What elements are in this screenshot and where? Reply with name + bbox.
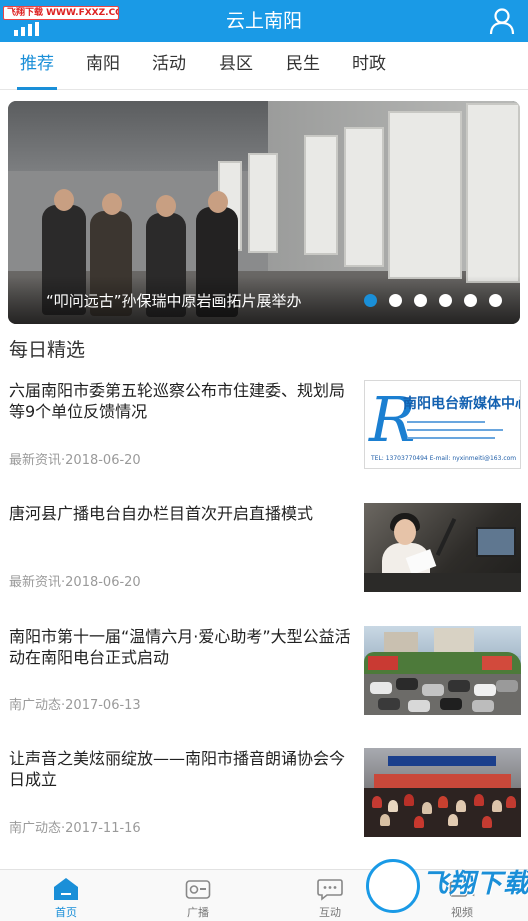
app-title: 云上南阳 [225,10,302,32]
watermark-logo-icon [366,859,420,913]
article-title: 南阳市第十一届“温情六月·爱心助考”大型公益活动在南阳电台正式启动 [9,627,351,667]
nav-radio[interactable]: 广播 [132,870,264,921]
nav-label: 广播 [187,906,209,919]
tab-politics[interactable]: 时政 [351,42,387,90]
carousel-dot-1[interactable] [364,294,377,307]
watermark-text: 飞翔下载 [422,869,528,899]
carousel-dot-5[interactable] [464,294,477,307]
article-meta: 南广动态·2017-11-16 [9,821,141,836]
article-meta: 南广动态·2017-06-13 [9,698,141,713]
article-item-1[interactable]: 六届南阳市委第五轮巡察公布市住建委、规划局等9个单位反馈情况 最新资讯·2018… [0,380,528,502]
article-meta: 最新资讯·2018-06-20 [9,575,141,590]
tab-livelihood[interactable]: 民生 [285,42,321,90]
article-thumbnail [364,748,521,837]
radio-icon [185,880,211,899]
nav-home[interactable]: 首页 [0,870,132,921]
article-date: 2017-06-13 [65,698,141,713]
article-meta: 最新资讯·2018-06-20 [9,453,141,468]
tab-nanyang[interactable]: 南阳 [85,42,121,90]
corner-watermark: 飞翔下载 [362,857,528,921]
article-date: 2017-11-16 [65,821,141,836]
banner-caption: “叩问远古”孙保瑞中原岩画拓片展举办 [46,292,302,310]
article-item-4[interactable]: 让声音之美炫丽绽放——南阳市播音朗诵协会今日成立 南广动态·2017-11-16 [0,748,528,870]
carousel-dot-4[interactable] [439,294,452,307]
article-source: 南广动态 [9,698,62,713]
app-header: 飞翔下载 WWW.FXXZ.COM 云上南阳 [0,0,528,42]
article-title: 让声音之美炫丽绽放——南阳市播音朗诵协会今日成立 [9,749,346,789]
chat-icon [317,879,343,901]
article-source: 最新资讯 [9,575,62,590]
section-title: 每日精选 [9,339,86,361]
article-title: 唐河县广播电台自办栏目首次开启直播模式 [9,504,314,523]
tab-recommend[interactable]: 推荐 [17,42,57,90]
home-icon [54,878,78,900]
article-date: 2018-06-20 [65,453,141,468]
category-tabs: 推荐 南阳 活动 县区 民生 时政 [0,42,528,90]
carousel-dot-2[interactable] [389,294,402,307]
article-source: 南广动态 [9,821,62,836]
tab-counties[interactable]: 县区 [218,42,254,90]
carousel-dot-3[interactable] [414,294,427,307]
nav-label: 首页 [55,906,77,919]
article-item-3[interactable]: 南阳市第十一届“温情六月·爱心助考”大型公益活动在南阳电台正式启动 南广动态·2… [0,626,528,748]
thumbnail-logo-text: 南阳电台新媒体中心 [403,396,521,412]
article-thumbnail [364,626,521,715]
article-item-2[interactable]: 唐河县广播电台自办栏目首次开启直播模式 最新资讯·2018-06-20 [0,503,528,625]
thumbnail-contact-text: TEL: 13703770494 E-mail: nyxinmeiti@163.… [371,455,517,462]
user-profile-icon[interactable] [488,7,516,35]
article-thumbnail: R 南阳电台新媒体中心 TEL: 13703770494 E-mail: nyx… [364,380,521,469]
article-date: 2018-06-20 [65,575,141,590]
article-title: 六届南阳市委第五轮巡察公布市住建委、规划局等9个单位反馈情况 [9,381,346,421]
banner-carousel[interactable]: “叩问远古”孙保瑞中原岩画拓片展举办 [8,101,520,324]
carousel-dot-6[interactable] [489,294,502,307]
article-thumbnail [364,503,521,592]
tab-activities[interactable]: 活动 [151,42,187,90]
article-source: 最新资讯 [9,453,62,468]
